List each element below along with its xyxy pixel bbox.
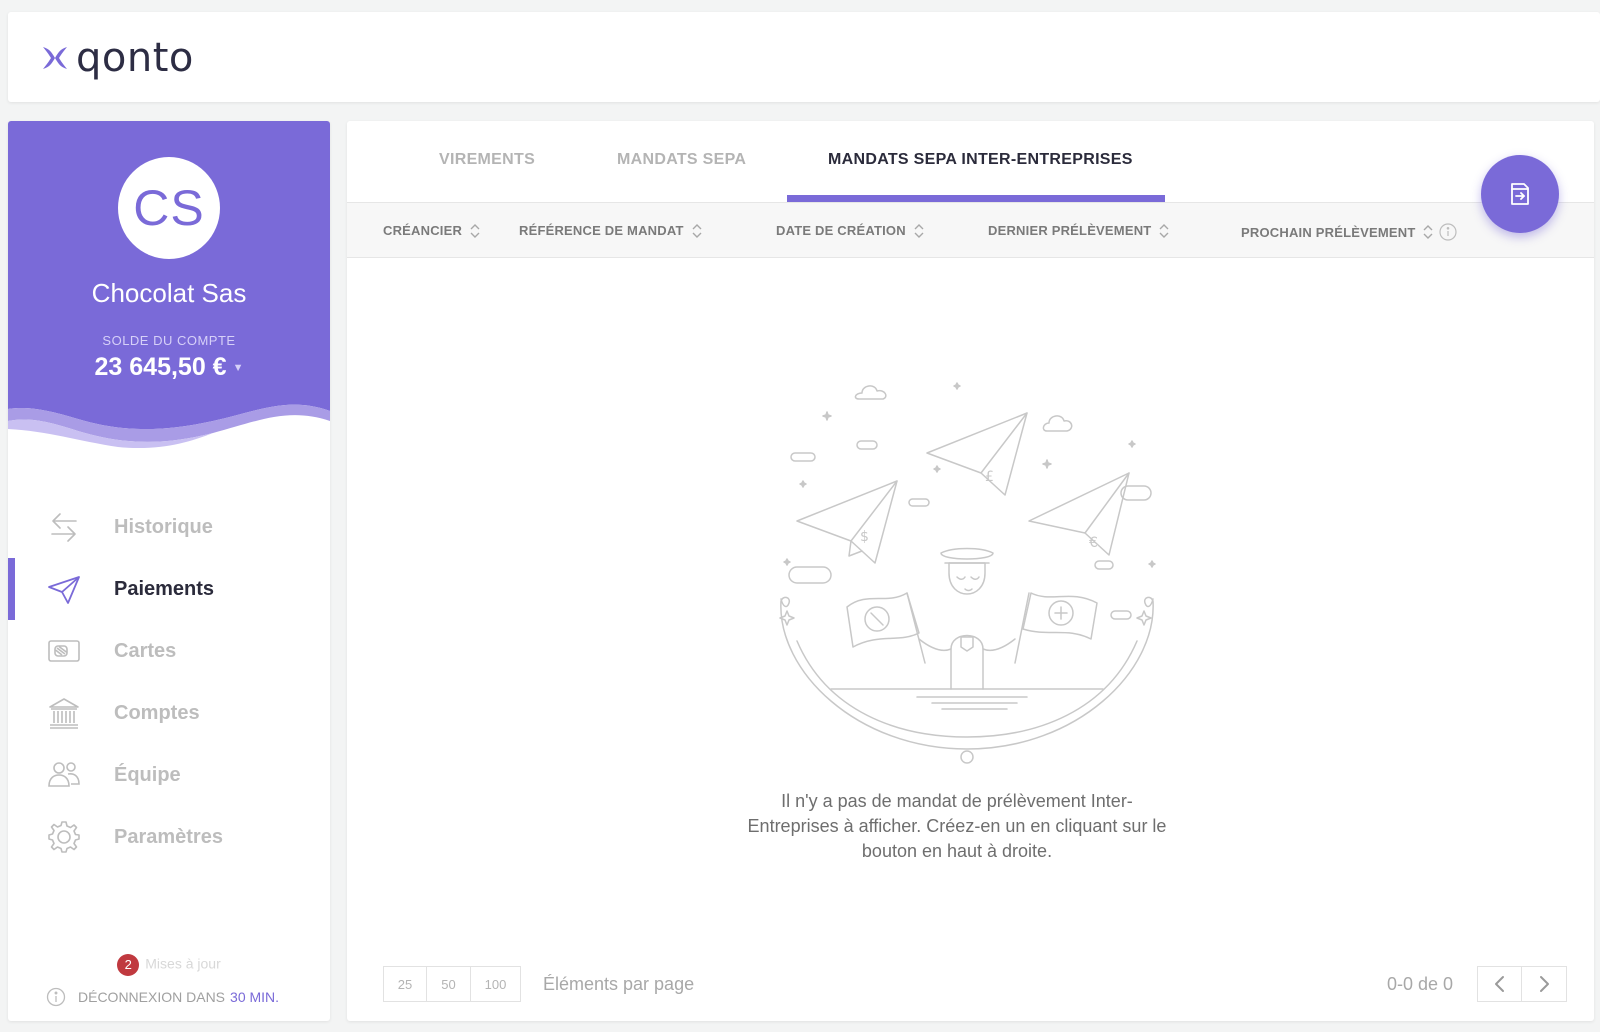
table-header: CRÉANCIER RÉFÉRENCE DE MANDAT DATE DE CR…: [347, 203, 1594, 258]
per-page-option-100[interactable]: 100: [471, 966, 521, 1002]
sort-icon: [470, 223, 480, 238]
per-page-option-25[interactable]: 25: [383, 966, 427, 1002]
sidebar-item-label: Paiements: [114, 578, 215, 600]
active-tab-indicator: [787, 195, 1165, 202]
page-range: 0-0 de 0: [1387, 974, 1454, 994]
sidebar-item-label: Cartes: [114, 640, 177, 662]
column-header-label: PROCHAIN PRÉLÈVEMENT: [1241, 224, 1416, 240]
tab-virements[interactable]: VIREMENTS: [439, 151, 535, 169]
chevron-left-icon: [1494, 976, 1504, 992]
per-page-label: Éléments par page: [543, 974, 695, 994]
column-header-creancier[interactable]: CRÉANCIER: [383, 223, 480, 238]
per-page-selector: 25 50 100: [383, 966, 521, 1002]
sidebar-item-historique[interactable]: Historique: [8, 496, 330, 558]
sort-icon: [1423, 225, 1433, 239]
sidebar-item-label: Paramètres: [114, 826, 223, 848]
sort-icon: [914, 223, 924, 238]
logout-timer: DÉCONNEXION DANS 30 MIN.: [46, 987, 279, 1007]
sidebar-item-label: Historique: [114, 516, 213, 538]
logout-label: DÉCONNEXION DANS: [78, 989, 226, 1005]
qonto-logo-icon: [43, 47, 67, 69]
import-document-icon: [1511, 183, 1529, 205]
next-page-button[interactable]: [1522, 966, 1567, 1002]
logout-time: 30 MIN.: [230, 989, 280, 1005]
account-balance: 23 645,50 €: [94, 353, 227, 381]
empty-state-illustration: $ £ €: [779, 382, 1156, 764]
sort-icon: [1159, 223, 1169, 238]
transfer-arrows-icon: [51, 513, 77, 542]
sidebar-nav: Historique Paiements Cartes Comptes Équi…: [8, 496, 330, 868]
paper-plane-icon: [48, 576, 80, 604]
column-header-dernier-prelevement[interactable]: DERNIER PRÉLÈVEMENT: [988, 223, 1169, 238]
company-name: Chocolat Sas: [91, 278, 247, 308]
info-icon[interactable]: [1439, 223, 1458, 241]
bank-icon: [49, 698, 79, 729]
sort-icon: [692, 223, 702, 238]
brand-name: qonto: [76, 35, 194, 81]
sidebar-item-label: Comptes: [114, 702, 200, 724]
sidebar: CS Chocolat Sas SOLDE DU COMPTE 23 645,5…: [8, 121, 330, 1021]
sidebar-item-equipe[interactable]: Équipe: [8, 744, 330, 806]
sidebar-item-comptes[interactable]: Comptes: [8, 682, 330, 744]
svg-text:€: €: [1089, 535, 1098, 551]
avatar: CS: [118, 157, 220, 259]
sidebar-item-parametres[interactable]: Paramètres: [8, 806, 330, 868]
pagination-controls: [1477, 966, 1567, 1002]
updates-label: Mises à jour: [145, 955, 221, 972]
svg-text:£: £: [985, 469, 994, 485]
column-header-prochain-prelevement[interactable]: PROCHAIN PRÉLÈVEMENT: [1241, 223, 1458, 241]
main-panel: VIREMENTS MANDATS SEPA MANDATS SEPA INTE…: [347, 121, 1594, 1021]
info-icon: [46, 987, 66, 1007]
sidebar-item-paiements[interactable]: Paiements: [8, 558, 330, 620]
per-page-option-50[interactable]: 50: [427, 966, 471, 1002]
empty-state-message: Il n'y a pas de mandat de prélèvement In…: [747, 791, 1167, 861]
column-header-label: DERNIER PRÉLÈVEMENT: [988, 223, 1152, 238]
team-icon: [48, 762, 80, 787]
column-header-label: DATE DE CRÉATION: [776, 223, 906, 238]
column-header-label: RÉFÉRENCE DE MANDAT: [519, 223, 684, 238]
tab-mandats-sepa-inter-entreprises[interactable]: MANDATS SEPA INTER-ENTREPRISES: [828, 151, 1133, 169]
account-balance-selector[interactable]: 23 645,50 € ▼: [8, 353, 330, 382]
gear-icon: [48, 821, 80, 853]
balance-label: SOLDE DU COMPTE: [102, 333, 236, 348]
sidebar-item-label: Équipe: [114, 764, 181, 786]
payment-tabs: VIREMENTS MANDATS SEPA MANDATS SEPA INTE…: [347, 121, 1594, 203]
qonto-logo[interactable]: qonto: [40, 38, 194, 78]
updates-count-badge: 2: [117, 954, 140, 976]
column-header-date-de-creation[interactable]: DATE DE CRÉATION: [776, 223, 924, 238]
chevron-right-icon: [1540, 976, 1549, 992]
card-icon: [48, 640, 80, 662]
add-mandate-button[interactable]: [1481, 155, 1559, 233]
tab-mandats-sepa[interactable]: MANDATS SEPA: [617, 151, 746, 169]
column-header-reference-de-mandat[interactable]: RÉFÉRENCE DE MANDAT: [519, 223, 702, 238]
column-header-label: CRÉANCIER: [383, 223, 463, 238]
account-header: CS Chocolat Sas SOLDE DU COMPTE 23 645,5…: [8, 121, 330, 451]
caret-down-icon: ▼: [232, 362, 244, 375]
previous-page-button[interactable]: [1477, 966, 1522, 1002]
top-bar: qonto: [8, 12, 1600, 102]
updates-link[interactable]: 2 Mises à jour: [8, 954, 330, 976]
svg-text:$: $: [860, 529, 869, 545]
sidebar-item-cartes[interactable]: Cartes: [8, 620, 330, 682]
